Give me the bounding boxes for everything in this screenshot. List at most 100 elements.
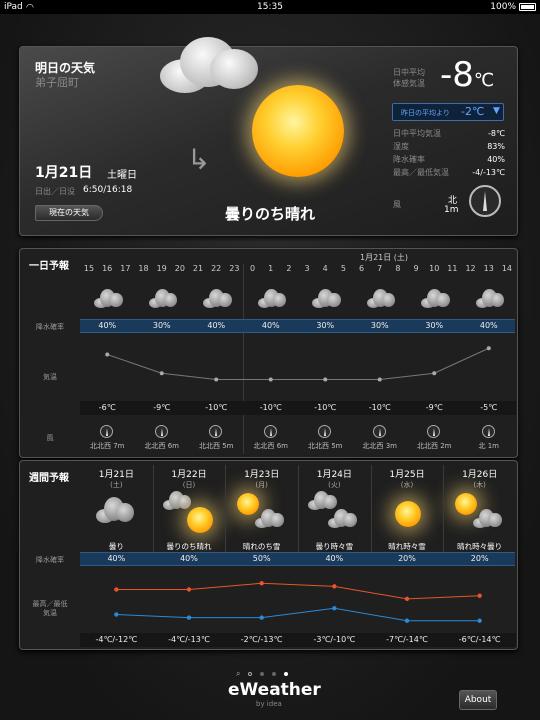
cloud-icon xyxy=(162,489,193,511)
day-weekday: (水) xyxy=(400,481,414,489)
wind-arrow-icon xyxy=(100,425,113,438)
day-condition: 曇りのち晴れ xyxy=(166,542,212,551)
weekly-rain-value: 40% xyxy=(180,554,198,563)
temp-value: -10℃ xyxy=(259,403,282,412)
hourly-temp-point xyxy=(214,377,219,382)
page-dot[interactable] xyxy=(260,671,265,676)
weekly-rain-value: 50% xyxy=(252,554,271,563)
wind-value: 北 1m xyxy=(478,442,500,450)
temp-value: -10℃ xyxy=(205,403,228,412)
hour-label: 14 xyxy=(501,264,512,273)
wind-row-label: 風 xyxy=(46,434,54,442)
hour-label: 16 xyxy=(102,264,113,273)
low-temp-point xyxy=(114,612,119,617)
stat-row: 湿度 83% xyxy=(393,142,505,151)
wind-value: 北北西 5m xyxy=(199,442,234,450)
hour-label: 13 xyxy=(483,264,494,273)
rain-value: 40% xyxy=(261,321,280,330)
battery-icon xyxy=(519,3,536,11)
cloud-icon xyxy=(328,507,358,529)
high-temp-line xyxy=(116,582,480,600)
day-condition: 曇り xyxy=(108,542,124,551)
hour-label: 5 xyxy=(340,264,346,273)
current-weather-button[interactable]: 現在の天気 xyxy=(35,205,103,221)
hour-label: 11 xyxy=(447,264,458,273)
hourly-rain-values: 40% 30% 40% 40% 30% 30% 30% 40% xyxy=(80,321,516,333)
page-dot[interactable] xyxy=(248,671,253,676)
weekly-temp-values: -4℃/-12℃ -4℃/-13℃ -2℃/-13℃ -3℃/-10℃ -7℃/-14℃… xyxy=(80,635,516,647)
weekly-temp-value: -6℃/-14℃ xyxy=(458,635,501,644)
wind-arrow-icon xyxy=(481,425,495,438)
wind-value: 北北西 7m xyxy=(90,442,125,450)
low-temp-point xyxy=(404,618,410,623)
cloud-icon xyxy=(255,507,285,529)
day-date: 1月26日 xyxy=(462,470,498,480)
cloud-icon xyxy=(203,287,233,309)
cloud-icon xyxy=(257,287,288,309)
tomorrow-panel: 明日の天気 弟子屈町 1月21日 土曜日 日出／日没 6:50/16:18 現在… xyxy=(19,37,518,236)
hourly-temp-chart xyxy=(105,346,491,382)
day-condition: 晴れ時々雪 xyxy=(388,542,426,551)
high-temp-point xyxy=(332,584,337,589)
wind-value: 北北西 5m xyxy=(308,442,343,450)
weekly-temp-value: -4℃/-12℃ xyxy=(95,635,138,644)
feel-label-1: 日中平均 xyxy=(393,68,425,77)
hour-label: 0 xyxy=(249,264,256,273)
weekly-temp-value: -4℃/-13℃ xyxy=(168,635,210,644)
day-date: 1月25日 xyxy=(389,470,425,480)
day-divider xyxy=(298,465,299,553)
hour-label: 17 xyxy=(120,264,131,273)
rain-value: 30% xyxy=(152,321,171,330)
rain-value: 40% xyxy=(479,321,498,330)
wind-value: 北北西 3m xyxy=(362,442,398,450)
battery-percent: 100% xyxy=(490,2,516,12)
hourly-title: 一日予報 xyxy=(29,261,69,272)
weekly-rain-value: 40% xyxy=(325,554,344,563)
hourly-temp-line xyxy=(107,347,489,380)
stat-row: 最高／最低気温 -4/-13℃ xyxy=(393,168,505,177)
temp-value: -9℃ xyxy=(153,403,171,412)
cloud-icon xyxy=(94,287,124,309)
weekly-temp-value: -7℃/-14℃ xyxy=(386,635,428,644)
weekly-temp-value: -2℃/-13℃ xyxy=(240,635,283,644)
day-weekday: (月) xyxy=(255,481,268,489)
hourly-forecast-panel: 一日予報 1月21日 (土) 15 16 17 18 19 20 21 22 23 0 1 2 3 4 5 6… xyxy=(19,248,518,458)
down-arrow-icon: ▼ xyxy=(493,106,500,116)
hourly-wind-values: 北北西 7m 北北西 6m 北北西 5m 北北西 6m 北北西 5m 北北西 3m 北北西 … xyxy=(80,421,516,455)
sunrise-sunset-times: 6:50/16:18 xyxy=(83,185,133,195)
day-condition: 曇り時々雪 xyxy=(315,542,354,551)
cloud-icon xyxy=(312,287,342,309)
about-button[interactable]: About xyxy=(459,690,497,710)
weekly-rain-label: 降水確率 xyxy=(36,556,64,564)
wind-value: 北北西 6m xyxy=(253,442,289,450)
rain-row-label: 降水確率 xyxy=(36,323,64,331)
wind-value: 北北西 2m xyxy=(417,442,452,450)
wind-value: 北北西 6m xyxy=(144,442,180,450)
location-name: 弟子屈町 xyxy=(35,76,79,89)
hourly-temp-point xyxy=(105,352,110,357)
rain-value: 40% xyxy=(207,321,226,330)
wind-arrow-icon xyxy=(263,425,277,438)
weekly-rain-value: 20% xyxy=(398,554,416,563)
cloud-icon xyxy=(366,287,397,309)
hourly-date: 1月21日 (土) xyxy=(360,253,409,262)
cloud-icon xyxy=(96,495,136,524)
sun-icon xyxy=(186,507,213,533)
page-dot[interactable] xyxy=(272,671,277,676)
hour-label: 21 xyxy=(192,264,204,273)
feel-label-2: 体感気温 xyxy=(393,79,425,88)
wind-arrow-icon xyxy=(209,425,222,438)
weekly-days: 1月21日 (土) 曇り 1月22日 (日) 曇りのち晴れ 1月23日 (月) 晴れのち雪 1月2… xyxy=(80,465,516,553)
feel-temperature: -8℃ xyxy=(440,55,495,95)
search-page-icon[interactable]: ⌕ xyxy=(236,669,240,679)
page-dot-active[interactable] xyxy=(284,671,289,676)
hourly-temp-point xyxy=(159,371,164,376)
day-date: 1月23日 xyxy=(244,470,280,480)
rain-value: 30% xyxy=(425,321,444,330)
clock: 15:35 xyxy=(257,2,283,12)
rain-value: 30% xyxy=(316,321,335,330)
weekly-temp-chart xyxy=(114,581,482,623)
hour-label: 6 xyxy=(359,264,365,273)
hour-label: 8 xyxy=(395,264,401,273)
high-temp-point xyxy=(404,596,410,602)
